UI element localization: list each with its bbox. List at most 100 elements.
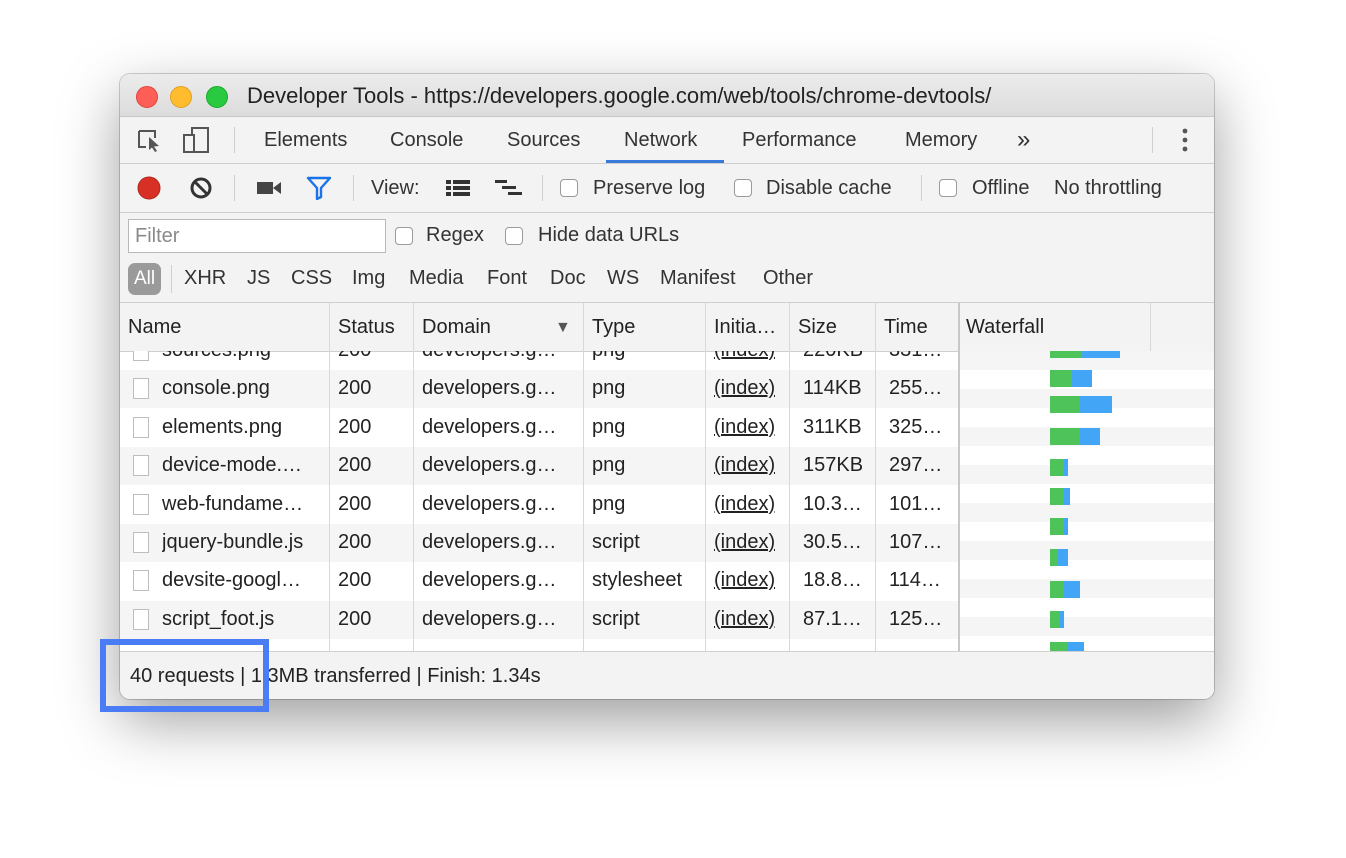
waterfall-bar-waiting[interactable] xyxy=(1050,581,1064,598)
column-header-status[interactable]: Status xyxy=(338,316,395,339)
waterfall-bar-waiting[interactable] xyxy=(1050,488,1064,505)
waterfall-bar-download[interactable] xyxy=(1080,396,1112,413)
tab-memory[interactable]: Memory xyxy=(905,129,977,152)
cell-initiator[interactable]: (index) xyxy=(714,608,775,631)
sort-descending-icon: ▼ xyxy=(555,319,571,336)
tab-console[interactable]: Console xyxy=(390,129,463,152)
tab-performance[interactable]: Performance xyxy=(742,129,857,152)
regex-label[interactable]: Regex xyxy=(426,224,484,247)
waterfall-bar-waiting[interactable] xyxy=(1050,459,1064,476)
more-options-icon[interactable] xyxy=(1181,127,1189,153)
waterfall-bar-waiting[interactable] xyxy=(1050,370,1072,387)
type-filter-xhr[interactable]: XHR xyxy=(184,267,226,290)
waterfall-bar-download[interactable] xyxy=(1072,370,1092,387)
column-header-initiator[interactable]: Initia… xyxy=(714,316,776,339)
offline-label[interactable]: Offline xyxy=(972,177,1029,200)
cell-name: sources.png xyxy=(162,351,271,362)
column-divider xyxy=(1150,303,1151,351)
column-divider[interactable] xyxy=(413,303,414,651)
preserve-log-checkbox[interactable] xyxy=(560,179,578,197)
waterfall-bar-download[interactable] xyxy=(1068,642,1084,651)
type-filter-font[interactable]: Font xyxy=(487,267,527,290)
preserve-log-label[interactable]: Preserve log xyxy=(593,177,705,200)
network-toolbar: View: Preserve log Disable cache Offline… xyxy=(120,164,1214,213)
inspect-element-icon[interactable] xyxy=(137,129,163,153)
column-header-time[interactable]: Time xyxy=(884,316,928,339)
waterfall-bar-waiting[interactable] xyxy=(1050,351,1082,358)
column-header-name[interactable]: Name xyxy=(128,316,181,339)
type-filter-css[interactable]: CSS xyxy=(291,267,332,290)
overview-icon[interactable] xyxy=(494,179,524,197)
offline-checkbox[interactable] xyxy=(939,179,957,197)
table-row[interactable]: console.png 200 developers.g… png (index) 114… xyxy=(120,370,958,409)
waterfall-bar-waiting[interactable] xyxy=(1050,518,1064,535)
hide-data-urls-checkbox[interactable] xyxy=(505,227,523,245)
table-row[interactable]: elements.png 200 developers.g… png (index) 31… xyxy=(120,409,958,447)
disable-cache-checkbox[interactable] xyxy=(734,179,752,197)
cell-initiator[interactable]: (index) xyxy=(714,454,775,477)
waterfall-bar-download[interactable] xyxy=(1064,459,1068,476)
column-header-domain[interactable]: Domain xyxy=(422,316,491,339)
device-toolbar-icon[interactable] xyxy=(182,127,212,153)
waterfall-bar-download[interactable] xyxy=(1080,428,1100,445)
clear-icon[interactable] xyxy=(189,176,213,200)
type-filter-ws[interactable]: WS xyxy=(607,267,639,290)
column-header-waterfall[interactable]: Waterfall xyxy=(966,316,1044,339)
table-row[interactable]: device-mode.… 200 developers.g… png (index) 1… xyxy=(120,447,958,486)
cell-initiator[interactable]: (index) xyxy=(714,493,775,516)
type-filter-js[interactable]: JS xyxy=(247,267,270,290)
waterfall-bar-waiting[interactable] xyxy=(1050,396,1080,413)
cell-initiator[interactable]: (index) xyxy=(714,351,775,362)
cell-initiator[interactable]: (index) xyxy=(714,569,775,592)
cell-initiator[interactable]: (index) xyxy=(714,416,775,439)
file-icon xyxy=(133,570,149,592)
type-filter-all[interactable]: All xyxy=(128,263,161,295)
waterfall-bar-download[interactable] xyxy=(1060,611,1064,628)
type-filter-doc[interactable]: Doc xyxy=(550,267,586,290)
type-filter-media[interactable]: Media xyxy=(409,267,463,290)
close-window-button[interactable] xyxy=(136,86,158,108)
column-divider[interactable] xyxy=(958,303,960,651)
waterfall-bar-waiting[interactable] xyxy=(1050,549,1058,566)
column-divider[interactable] xyxy=(875,303,876,651)
column-header-type[interactable]: Type xyxy=(592,316,635,339)
cell-initiator[interactable]: (index) xyxy=(714,377,775,400)
column-divider[interactable] xyxy=(705,303,706,651)
table-row[interactable]: sources.png 200 developers.g… png (index) 220… xyxy=(120,351,958,370)
waterfall-bar-waiting[interactable] xyxy=(1050,642,1068,651)
waterfall-bar-waiting[interactable] xyxy=(1050,428,1080,445)
table-row[interactable]: web-fundame… 200 developers.g… png (index) 10… xyxy=(120,486,958,524)
waterfall-bar-download[interactable] xyxy=(1064,518,1068,535)
screenshot-icon[interactable] xyxy=(256,180,282,196)
type-filter-img[interactable]: Img xyxy=(352,267,385,290)
cell-initiator[interactable]: (index) xyxy=(714,531,775,554)
filter-icon[interactable] xyxy=(306,176,332,200)
waterfall-bar-download[interactable] xyxy=(1064,581,1080,598)
large-rows-icon[interactable] xyxy=(445,179,471,197)
waterfall-bar-download[interactable] xyxy=(1082,351,1120,358)
type-filter-other[interactable]: Other xyxy=(763,267,813,290)
regex-checkbox[interactable] xyxy=(395,227,413,245)
column-divider[interactable] xyxy=(583,303,584,651)
tab-elements[interactable]: Elements xyxy=(264,129,347,152)
disable-cache-label[interactable]: Disable cache xyxy=(766,177,892,200)
zoom-window-button[interactable] xyxy=(206,86,228,108)
waterfall-bar-download[interactable] xyxy=(1064,488,1070,505)
tab-sources[interactable]: Sources xyxy=(507,129,580,152)
record-icon[interactable] xyxy=(136,175,162,201)
minimize-window-button[interactable] xyxy=(170,86,192,108)
type-filter-manifest[interactable]: Manifest xyxy=(660,267,736,290)
tab-network[interactable]: Network xyxy=(624,129,697,152)
table-row[interactable]: script_foot.js 200 developers.g… script (ind… xyxy=(120,600,958,639)
waterfall-bar-waiting[interactable] xyxy=(1050,611,1060,628)
table-row[interactable]: devsite-googl… 200 developers.g… stylesheet… xyxy=(120,562,958,600)
filter-input[interactable] xyxy=(128,219,386,253)
waterfall-bar-download[interactable] xyxy=(1058,549,1068,566)
throttling-select[interactable]: No throttling xyxy=(1054,177,1162,200)
column-divider[interactable] xyxy=(329,303,330,651)
column-header-size[interactable]: Size xyxy=(798,316,837,339)
column-divider[interactable] xyxy=(789,303,790,651)
more-tabs-button[interactable]: » xyxy=(1017,126,1030,154)
table-row[interactable]: jquery-bundle.js 200 developers.g… script (i… xyxy=(120,524,958,562)
hide-data-urls-label[interactable]: Hide data URLs xyxy=(538,224,679,247)
